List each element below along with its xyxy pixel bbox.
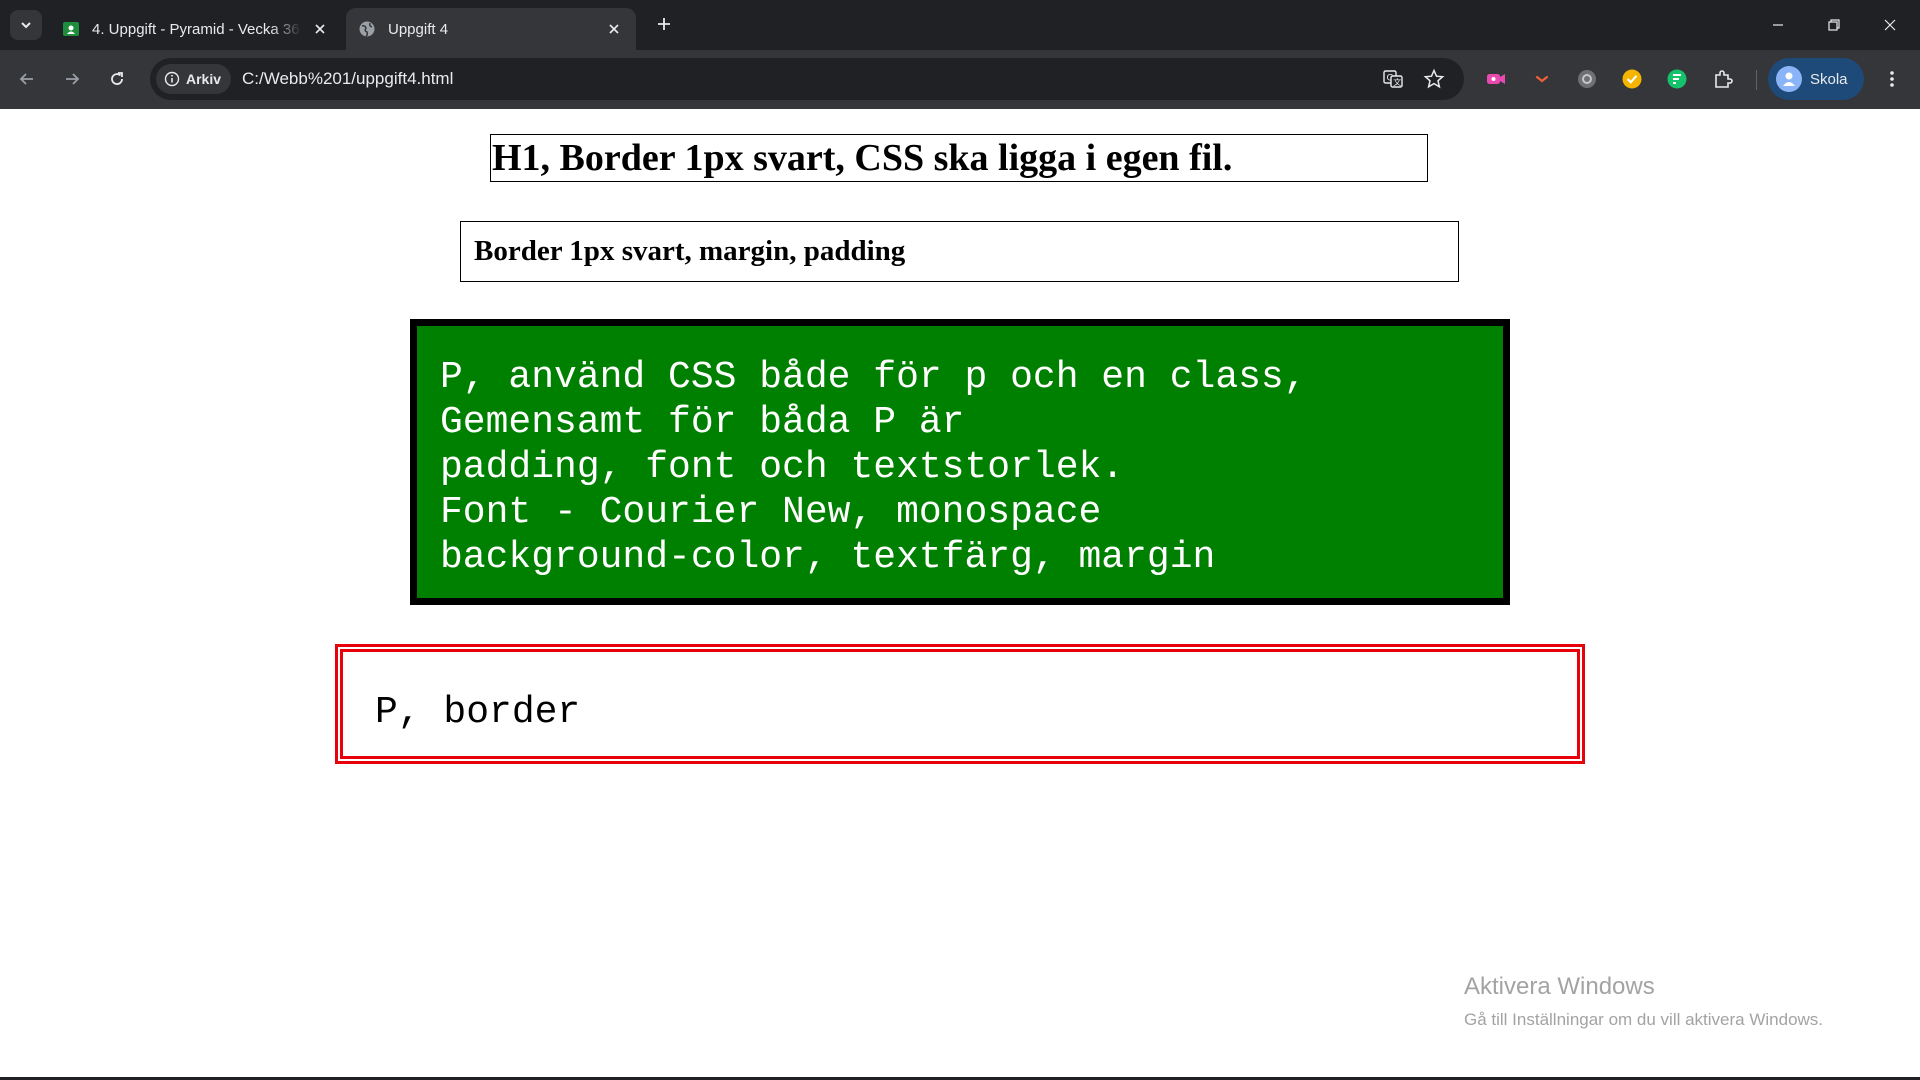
gear-extension-icon[interactable] xyxy=(1575,67,1599,91)
globe-icon xyxy=(358,20,376,38)
site-info-label: Arkiv xyxy=(186,71,222,87)
site-info-chip[interactable]: Arkiv xyxy=(156,64,232,94)
avatar xyxy=(1776,66,1802,92)
minimize-button[interactable] xyxy=(1750,0,1806,50)
forward-button[interactable] xyxy=(57,64,87,94)
bordered-paragraph: P, border xyxy=(335,644,1585,764)
browser-menu-button[interactable] xyxy=(1880,67,1904,91)
plus-icon xyxy=(658,18,670,30)
windows-activation-watermark: Aktivera Windows Gå till Inställningar o… xyxy=(1464,972,1823,1032)
url-text[interactable]: C:/Webb%201/uppgift4.html xyxy=(242,58,453,100)
screen-recorder-extension-icon[interactable] xyxy=(1484,67,1508,91)
address-bar[interactable]: Arkiv C:/Webb%201/uppgift4.html G文 xyxy=(150,58,1464,100)
classroom-icon xyxy=(62,20,80,38)
browser-toolbar: Arkiv C:/Webb%201/uppgift4.html G文 Skola xyxy=(0,50,1920,109)
green-paragraph-line: P, använd CSS både för p och en class, xyxy=(440,356,1307,399)
tab-title: Uppgift 4 xyxy=(388,20,449,38)
chevron-down-icon xyxy=(21,22,31,29)
tab-title: 4. Uppgift - Pyramid - Vecka 36 xyxy=(92,20,300,38)
close-icon[interactable] xyxy=(604,19,624,39)
green-paragraph-line: Font - Courier New, monospace xyxy=(440,491,1102,534)
tab-strip: 4. Uppgift - Pyramid - Vecka 36 Uppgift … xyxy=(0,0,1920,50)
back-button[interactable] xyxy=(12,64,42,94)
reload-button[interactable] xyxy=(102,64,132,94)
profile-button[interactable]: Skola xyxy=(1768,58,1864,100)
green-paragraph: P, använd CSS både för p och en class, Ge… xyxy=(410,319,1510,605)
profile-name: Skola xyxy=(1810,70,1848,88)
reload-icon xyxy=(111,72,123,85)
watermark-title: Aktivera Windows xyxy=(1464,973,1655,1000)
star-icon[interactable] xyxy=(1422,67,1446,91)
tab-uppgift-4[interactable]: Uppgift 4 xyxy=(346,8,636,50)
restore-icon xyxy=(1828,19,1840,31)
new-tab-button[interactable] xyxy=(652,12,676,36)
minimize-icon xyxy=(1773,24,1783,26)
page-heading: H1, Border 1px svart, CSS ska ligga i eg… xyxy=(490,134,1428,182)
toolbar-separator xyxy=(1756,70,1757,90)
more-vertical-icon xyxy=(1890,71,1894,87)
info-icon xyxy=(164,71,180,87)
svg-text:文: 文 xyxy=(1393,77,1401,87)
arrow-left-icon xyxy=(19,73,33,85)
close-icon[interactable] xyxy=(310,19,330,39)
grammar-extension-icon[interactable] xyxy=(1665,67,1689,91)
restore-button[interactable] xyxy=(1806,0,1862,50)
tab-pyramid[interactable]: 4. Uppgift - Pyramid - Vecka 36 xyxy=(50,8,342,50)
watermark-subtitle: Gå till Inställningar om du vill aktiver… xyxy=(1464,1010,1824,1029)
tab-search-button[interactable] xyxy=(10,10,42,40)
pocket-extension-icon[interactable] xyxy=(1530,67,1554,91)
close-window-button[interactable] xyxy=(1862,0,1918,50)
close-icon xyxy=(1884,19,1896,31)
green-paragraph-line: background-color, textfärg, margin xyxy=(440,536,1216,579)
arrow-right-icon xyxy=(66,73,80,85)
subheading: Border 1px svart, margin, padding xyxy=(460,221,1459,282)
green-paragraph-line: Gemensamt för båda P är xyxy=(440,401,965,444)
green-paragraph-line: padding, font och textstorlek. xyxy=(440,446,1125,489)
check-extension-icon[interactable] xyxy=(1620,67,1644,91)
translate-icon[interactable]: G文 xyxy=(1381,67,1405,91)
extensions-puzzle-icon[interactable] xyxy=(1711,67,1735,91)
